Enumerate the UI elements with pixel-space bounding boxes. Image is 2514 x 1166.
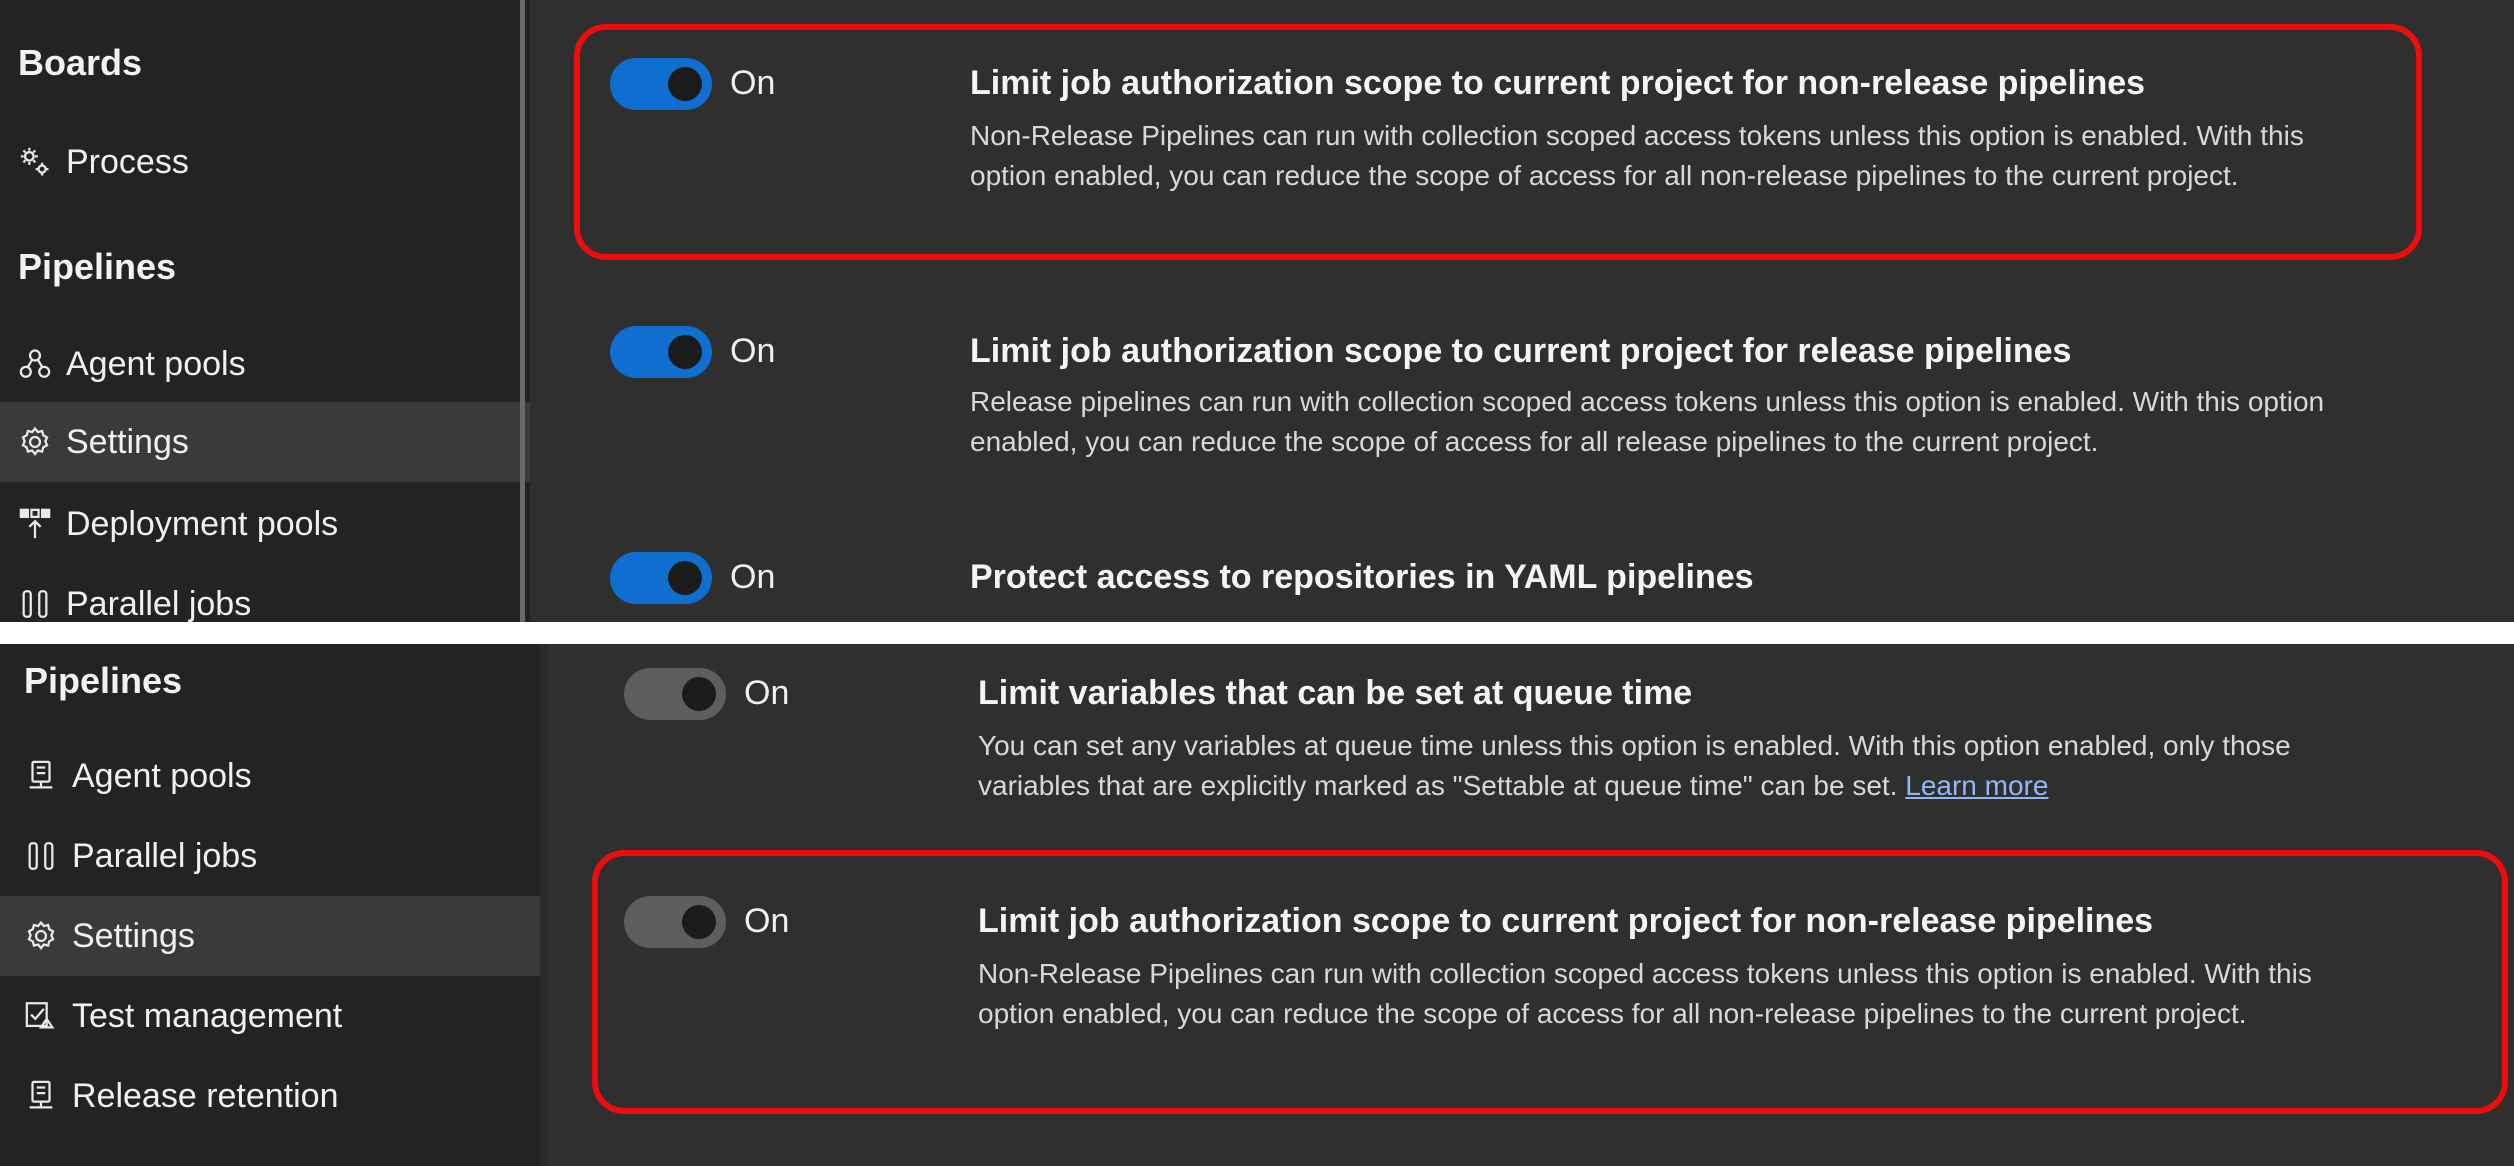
setting-description: You can set any variables at queue time … <box>978 726 2348 806</box>
toggle-non-release-scope[interactable] <box>624 896 726 948</box>
sidebar-splitter[interactable] <box>520 0 525 622</box>
parallel-jobs-icon <box>24 839 58 873</box>
setting-title: Limit job authorization scope to current… <box>978 902 2154 940</box>
top-screenshot-panel: Boards Process Pipelines Agent pools Set… <box>0 0 2514 622</box>
sidebar-heading-boards: Boards <box>18 42 143 83</box>
sidebar-item-test-management[interactable]: Test management <box>0 976 540 1056</box>
agent-pools-icon <box>18 347 52 381</box>
setting-title: Limit job authorization scope to current… <box>970 332 2072 370</box>
sidebar-item-label: Settings <box>72 916 195 955</box>
toggle-knob <box>668 335 702 369</box>
sidebar-item-label: Deployment pools <box>66 504 339 543</box>
toggle-knob <box>682 677 716 711</box>
sidebar-item-parallel-jobs[interactable]: Parallel jobs <box>0 816 540 896</box>
toggle-label: On <box>744 902 790 940</box>
agent-pools-icon <box>24 759 58 793</box>
sidebar-item-label: Process <box>66 142 189 181</box>
sidebar-item-agent-pools[interactable]: Agent pools <box>0 736 540 816</box>
gears-icon <box>18 145 52 179</box>
sidebar-item-deployment-pools[interactable]: Deployment pools <box>0 484 530 564</box>
toggle-limit-queue-variables[interactable] <box>624 668 726 720</box>
release-retention-icon <box>24 1079 58 1113</box>
deployment-pools-icon <box>18 507 52 541</box>
toggle-label: On <box>730 64 776 102</box>
sidebar-item-label: Release retention <box>72 1076 339 1115</box>
setting-description: Release pipelines can run with collectio… <box>970 386 2325 457</box>
sidebar-heading-pipelines: Pipelines <box>18 246 177 287</box>
setting-title: Limit job authorization scope to current… <box>970 64 2146 102</box>
bottom-screenshot-panel: Pipelines Agent pools Parallel jobs Sett… <box>0 644 2514 1166</box>
gear-icon <box>24 919 58 953</box>
test-management-icon <box>24 999 58 1033</box>
sidebar-item-agent-pools[interactable]: Agent pools <box>0 324 530 404</box>
gear-icon <box>18 425 52 459</box>
sidebar-item-process[interactable]: Process <box>0 122 530 202</box>
sidebar-item-label: Parallel jobs <box>66 584 252 623</box>
sidebar-item-settings[interactable]: Settings <box>0 402 530 482</box>
sidebar: Boards Process Pipelines Agent pools Set… <box>0 0 530 622</box>
sidebar-item-release-retention[interactable]: Release retention <box>0 1056 540 1136</box>
toggle-release-scope[interactable] <box>610 326 712 378</box>
toggle-label: On <box>730 558 776 596</box>
setting-title: Limit variables that can be set at queue… <box>978 674 1693 712</box>
toggle-non-release-scope[interactable] <box>610 58 712 110</box>
sidebar-item-settings[interactable]: Settings <box>0 896 540 976</box>
setting-description-text: You can set any variables at queue time … <box>978 730 2291 801</box>
sidebar: Pipelines Agent pools Parallel jobs Sett… <box>0 644 540 1166</box>
parallel-jobs-icon <box>18 587 52 621</box>
sidebar-item-label: Settings <box>66 422 189 461</box>
toggle-knob <box>668 67 702 101</box>
sidebar-item-label: Parallel jobs <box>72 836 258 875</box>
sidebar-item-label: Agent pools <box>72 756 252 795</box>
setting-description: Non-Release Pipelines can run with colle… <box>978 958 2312 1029</box>
setting-title: Protect access to repositories in YAML p… <box>970 558 1754 596</box>
setting-description: Non-Release Pipelines can run with colle… <box>970 120 2304 191</box>
settings-content: On Limit variables that can be set at qu… <box>540 644 2514 1166</box>
sidebar-heading-pipelines: Pipelines <box>24 660 183 701</box>
sidebar-item-label: Test management <box>72 996 343 1035</box>
toggle-knob <box>682 905 716 939</box>
toggle-label: On <box>744 674 790 712</box>
sidebar-item-parallel-jobs[interactable]: Parallel jobs <box>0 564 530 622</box>
toggle-knob <box>668 561 702 595</box>
sidebar-item-label: Agent pools <box>66 344 246 383</box>
toggle-protect-repositories[interactable] <box>610 552 712 604</box>
learn-more-link[interactable]: Learn more <box>1905 770 2048 801</box>
toggle-label: On <box>730 332 776 370</box>
settings-content: On Limit job authorization scope to curr… <box>530 0 2514 622</box>
